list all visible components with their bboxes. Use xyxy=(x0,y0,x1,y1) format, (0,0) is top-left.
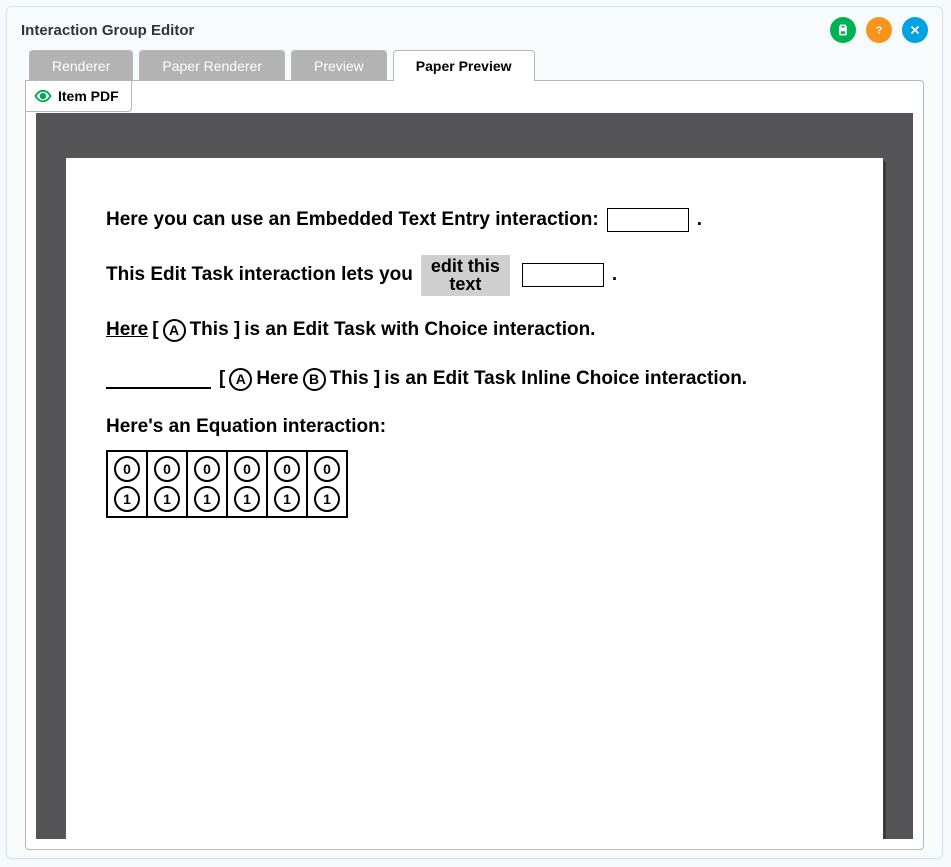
equation-column: 01 xyxy=(108,452,148,516)
svg-text:?: ? xyxy=(876,25,882,37)
panel-title: Interaction Group Editor xyxy=(21,22,820,39)
equation-bubble[interactable]: 1 xyxy=(234,486,260,512)
equation-bubble[interactable]: 0 xyxy=(114,456,140,482)
equation-column: 01 xyxy=(268,452,308,516)
equation-bubble[interactable]: 0 xyxy=(274,456,300,482)
pdf-viewer[interactable]: Here you can use an Embedded Text Entry … xyxy=(36,113,913,839)
line-text-entry: Here you can use an Embedded Text Entry … xyxy=(106,206,843,235)
tab-bar: Renderer Paper Renderer Preview Paper Pr… xyxy=(7,49,942,80)
equation-column: 01 xyxy=(188,452,228,516)
eye-icon xyxy=(34,87,52,105)
choice-option-a[interactable]: A xyxy=(163,319,186,342)
equation-bubble[interactable]: 0 xyxy=(314,456,340,482)
equation-grid: 010101010101 xyxy=(106,450,348,518)
close-icon xyxy=(908,23,922,37)
equation-bubble[interactable]: 1 xyxy=(274,486,300,512)
tab-preview[interactable]: Preview xyxy=(291,50,387,81)
equation-column: 01 xyxy=(148,452,188,516)
inline-choice-option-a[interactable]: A xyxy=(229,368,252,391)
pdf-page: Here you can use an Embedded Text Entry … xyxy=(66,158,883,839)
content-frame: Item PDF Here you can use an Embedded Te… xyxy=(25,80,924,850)
equation-bubble[interactable]: 1 xyxy=(114,486,140,512)
equation-column: 01 xyxy=(228,452,268,516)
close-button[interactable] xyxy=(902,17,928,43)
save-button[interactable] xyxy=(830,17,856,43)
item-pdf-button[interactable]: Item PDF xyxy=(25,81,132,112)
item-pdf-label: Item PDF xyxy=(58,88,119,104)
equation-bubble[interactable]: 0 xyxy=(154,456,180,482)
edit-task-field[interactable] xyxy=(522,263,604,287)
equation-column: 01 xyxy=(308,452,346,516)
panel-header: Interaction Group Editor ? xyxy=(7,7,942,49)
equation-bubble[interactable]: 0 xyxy=(234,456,260,482)
equation-bubble[interactable]: 1 xyxy=(314,486,340,512)
choice-target-word[interactable]: Here xyxy=(106,316,148,345)
question-icon: ? xyxy=(872,23,886,37)
floppy-disk-icon xyxy=(836,23,850,37)
equation-bubble[interactable]: 1 xyxy=(194,486,220,512)
equation-bubble[interactable]: 0 xyxy=(194,456,220,482)
inline-choice-option-b[interactable]: B xyxy=(303,368,326,391)
tab-renderer[interactable]: Renderer xyxy=(29,50,133,81)
equation-bubble[interactable]: 1 xyxy=(154,486,180,512)
line-choice: Here [ A This ] is an Edit Task with Cho… xyxy=(106,316,843,345)
tab-paper-preview[interactable]: Paper Preview xyxy=(393,50,535,81)
inline-choice-blank[interactable] xyxy=(106,369,211,388)
line-equation-label: Here's an Equation interaction: xyxy=(106,413,843,442)
line-inline-choice: [ A Here B This ] is an Edit Task Inline… xyxy=(106,365,843,394)
edit-task-chip[interactable]: edit this text xyxy=(421,255,510,297)
text-entry-field[interactable] xyxy=(607,208,689,232)
help-button[interactable]: ? xyxy=(866,17,892,43)
tab-paper-renderer[interactable]: Paper Renderer xyxy=(139,50,285,81)
line-edit-task: This Edit Task interaction lets you edit… xyxy=(106,255,843,297)
editor-panel: Interaction Group Editor ? Renderer Pape… xyxy=(6,6,943,859)
